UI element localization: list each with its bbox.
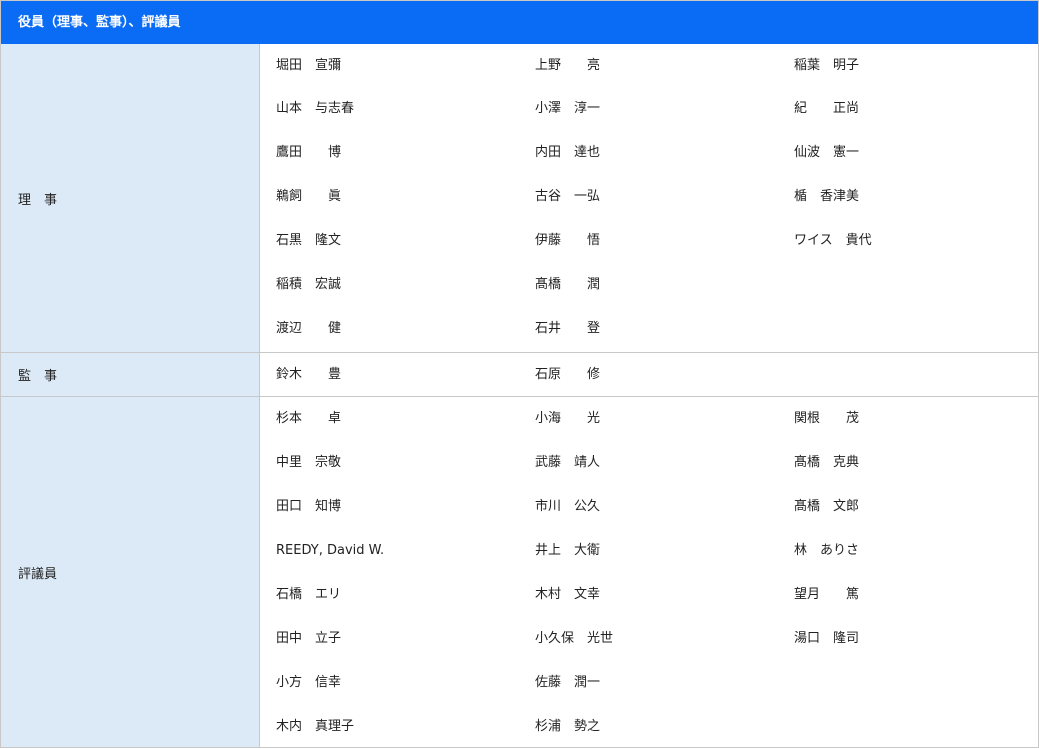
person-name: 小澤 淳一 (535, 101, 601, 116)
officers-table: 役員（理事、監事）、評議員 理 事 堀田 宣彌 上野 亮 稲葉 明子山本 与志春 小澤… (0, 0, 1039, 748)
names-grid: 堀田 宣彌 上野 亮 稲葉 明子山本 与志春 小澤 淳一 紀 正尚鷹田 博 内田 達也 仙波… (260, 44, 1038, 351)
person-name: 紀 正尚 (794, 101, 860, 116)
names-cell: 堀田 宣彌 上野 亮 稲葉 明子山本 与志春 小澤 淳一 紀 正尚鷹田 博 内田 達也 仙波… (260, 44, 1038, 352)
names-grid: 杉本 卓 小海 光 関根 茂中里 宗敬 武藤 靖人 髙橋 克典田口 知博 市川 公久 髙橋 … (260, 397, 1038, 749)
person-name: 木村 文幸 (535, 587, 601, 602)
person-name: 杉本 卓 (276, 411, 342, 426)
person-name: 小方 信幸 (276, 675, 342, 690)
person-name: 石原 修 (535, 367, 601, 382)
person-name: 山本 与志春 (276, 101, 355, 116)
person-name: 石黒 隆文 (276, 233, 342, 248)
names-cell: 杉本 卓 小海 光 関根 茂中里 宗敬 武藤 靖人 髙橋 克典田口 知博 市川 公久 髙橋 … (260, 397, 1038, 747)
person-name: 稲葉 明子 (794, 58, 860, 73)
person-name: 木内 真理子 (276, 719, 355, 734)
person-name: 内田 達也 (535, 145, 601, 160)
person-name: 髙橋 克典 (794, 455, 860, 470)
person-name: 武藤 靖人 (535, 455, 601, 470)
person-name (778, 661, 1038, 705)
person-name: 田中 立子 (276, 631, 342, 646)
names-grid: 鈴木 豊 石原 修 (260, 353, 1038, 397)
person-name: 渡辺 健 (276, 321, 342, 336)
person-name (778, 263, 1038, 307)
person-name: 中里 宗敬 (276, 455, 342, 470)
person-name: 田口 知博 (276, 499, 342, 514)
person-name: 市川 公久 (535, 499, 601, 514)
person-name: 石橋 エリ (276, 587, 342, 602)
person-name: 石井 登 (535, 321, 601, 336)
person-name: 堀田 宣彌 (276, 58, 342, 73)
person-name: 髙橋 文郎 (794, 499, 860, 514)
person-name: 鈴木 豊 (276, 367, 342, 382)
person-name: 小海 光 (535, 411, 601, 426)
section-label: 理 事 (1, 44, 260, 352)
section-councilors: 評議員 杉本 卓 小海 光 関根 茂中里 宗敬 武藤 靖人 髙橋 克典田口 知博 市川 公… (1, 396, 1038, 747)
person-name (778, 705, 1038, 749)
person-name: 林 ありさ (794, 543, 860, 558)
section-label: 評議員 (1, 397, 260, 747)
person-name: 湯口 隆司 (794, 631, 860, 646)
person-name (778, 353, 1038, 397)
person-name: 井上 大衛 (535, 543, 601, 558)
person-name: 望月 篤 (794, 587, 860, 602)
person-name: 稲積 宏誠 (276, 277, 342, 292)
person-name: REEDY, David W. (276, 543, 385, 558)
person-name: 古谷 一弘 (535, 189, 601, 204)
person-name: 上野 亮 (535, 58, 601, 73)
person-name: 鵜飼 眞 (276, 189, 342, 204)
section-auditors: 監 事 鈴木 豊 石原 修 (1, 352, 1038, 396)
person-name: 関根 茂 (794, 411, 860, 426)
person-name: 佐藤 潤一 (535, 675, 601, 690)
person-name: 髙橋 潤 (535, 277, 601, 292)
person-name: 小久保 光世 (535, 631, 614, 646)
section-label: 監 事 (1, 353, 260, 396)
person-name: 杉浦 勢之 (535, 719, 601, 734)
person-name (778, 307, 1038, 351)
table-header: 役員（理事、監事）、評議員 (1, 1, 1038, 44)
person-name: 伊藤 悟 (535, 233, 601, 248)
section-directors: 理 事 堀田 宣彌 上野 亮 稲葉 明子山本 与志春 小澤 淳一 紀 正尚鷹田 博 内田 … (1, 44, 1038, 352)
person-name: 鷹田 博 (276, 145, 342, 160)
names-cell: 鈴木 豊 石原 修 (260, 353, 1038, 396)
person-name: ワイス 貴代 (794, 233, 872, 248)
person-name: 楯 香津美 (794, 189, 860, 204)
person-name: 仙波 憲一 (794, 145, 860, 160)
